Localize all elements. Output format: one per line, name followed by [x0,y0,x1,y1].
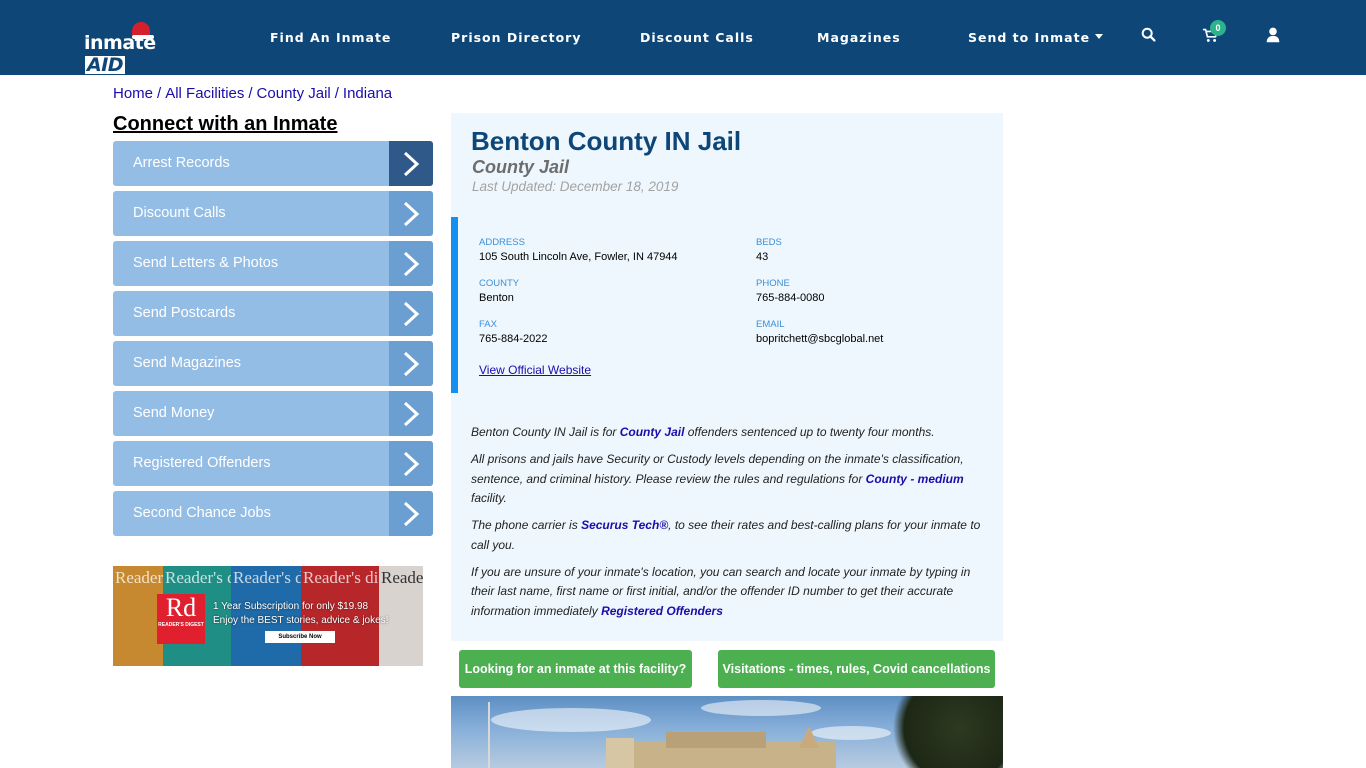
visitations-button[interactable]: Visitations - times, rules, Covid cancel… [718,650,995,688]
facility-type: County Jail [472,157,570,177]
sidebar-item-label: Send Letters & Photos [133,255,279,271]
shopping-cart-icon[interactable]: 0 [1202,20,1226,46]
last-updated: Last Updated: December 18, 2019 [472,179,679,194]
breadcrumb: Home / All Facilities / County Jail / Indiana [113,85,392,102]
readers-digest-ad-banner[interactable]: Reader's digest Reader's digest Reader's… [113,566,423,666]
breadcrumb-all-facilities[interactable]: All Facilities [165,85,244,102]
cart-count-badge: 0 [1210,20,1226,36]
breadcrumb-separator: / [157,85,162,102]
chevron-right-icon [389,391,433,436]
phone-field: PHONE 765-884-0080 [756,278,825,304]
facility-info-box: ADDRESS 105 South Lincoln Ave, Fowler, I… [451,217,1003,393]
address-field: ADDRESS 105 South Lincoln Ave, Fowler, I… [479,237,678,263]
email-field: EMAIL bopritchett@sbcglobal.net [756,319,884,345]
county-jail-link[interactable]: County Jail [620,425,685,439]
official-website-link[interactable]: View Official Website [479,363,591,377]
fax-value: 765-884-2022 [479,333,548,345]
main-nav: Find An Inmate Prison Directory Discount… [0,0,1366,75]
sidebar-title: Connect with an Inmate [113,113,338,135]
photo-antenna [488,702,490,768]
sidebar-item-discount-calls[interactable]: Discount Calls [113,191,433,236]
readers-digest-logo: Rd READER'S DIGEST [157,594,205,644]
nav-send-to-inmate-label: Send to Inmate [968,30,1091,45]
facility-name: Benton County IN Jail [471,126,742,156]
sidebar-item-label: Send Postcards [133,305,236,321]
ad-tagline-text: Enjoy the BEST stories, advice & jokes! [213,615,389,626]
breadcrumb-home[interactable]: Home [113,85,153,102]
photo-building-tower [606,738,634,768]
chevron-right-icon [389,191,433,236]
caret-down-icon [1095,34,1104,39]
securus-tech-link[interactable]: Securus Tech® [581,518,668,532]
description-paragraph: Benton County IN Jail is for County Jail… [471,425,935,439]
beds-value: 43 [756,251,769,263]
sidebar-item-label: Second Chance Jobs [133,505,271,521]
sidebar-item-arrest-records[interactable]: Arrest Records [113,141,433,186]
photo-tree [881,696,1003,768]
facility-description: Benton County IN Jail is for County Jail… [471,423,986,629]
sidebar-menu: Arrest Records Discount Calls Send Lette… [113,141,433,541]
ad-offer-text: 1 Year Subscription for only $19.98 [213,601,369,612]
nav-discount-calls[interactable]: Discount Calls [640,30,754,45]
find-inmate-button[interactable]: Looking for an inmate at this facility? [459,650,692,688]
photo-cloud [811,726,891,740]
breadcrumb-county-jail[interactable]: County Jail [257,85,331,102]
photo-cloud [491,708,651,732]
ad-subscribe-button[interactable]: Subscribe Now [265,631,335,643]
photo-building-spire [799,726,819,748]
breadcrumb-separator: / [334,85,339,102]
search-icon[interactable] [1140,26,1160,46]
sidebar-item-send-letters-photos[interactable]: Send Letters & Photos [113,241,433,286]
email-value: bopritchett@sbcglobal.net [756,333,884,345]
chevron-right-icon [389,341,433,386]
sidebar-item-label: Discount Calls [133,205,226,221]
registered-offenders-link[interactable]: Registered Offenders [601,604,723,618]
sidebar-item-label: Send Money [133,405,215,421]
breadcrumb-indiana[interactable]: Indiana [343,85,392,102]
sidebar-item-label: Registered Offenders [133,455,271,471]
nav-send-to-inmate[interactable]: Send to Inmate [968,30,1104,45]
description-paragraph: If you are unsure of your inmate's locat… [471,564,971,618]
sidebar-item-send-money[interactable]: Send Money [113,391,433,436]
sidebar-item-registered-offenders[interactable]: Registered Offenders [113,441,433,486]
photo-building-roof [666,732,766,748]
sidebar-item-send-magazines[interactable]: Send Magazines [113,341,433,386]
county-field: COUNTY Benton [479,278,520,304]
county-medium-link[interactable]: County - medium [866,472,964,486]
user-icon[interactable] [1264,26,1284,46]
description-paragraph: All prisons and jails have Security or C… [471,452,964,505]
chevron-right-icon [389,491,433,536]
chevron-right-icon [389,241,433,286]
sidebar-item-label: Arrest Records [133,155,230,171]
nav-magazines[interactable]: Magazines [817,30,901,45]
address-value: 105 South Lincoln Ave, Fowler, IN 47944 [479,251,678,263]
facility-card: Benton County IN Jail County Jail Last U… [451,113,1003,641]
nav-prison-directory[interactable]: Prison Directory [451,30,581,45]
phone-value: 765-884-0080 [756,292,825,304]
sidebar-item-label: Send Magazines [133,355,242,371]
nav-find-an-inmate[interactable]: Find An Inmate [270,30,391,45]
fax-field: FAX 765-884-2022 [479,319,548,345]
chevron-right-icon [389,441,433,486]
sidebar-item-send-postcards[interactable]: Send Postcards [113,291,433,336]
chevron-right-icon [389,291,433,336]
description-paragraph: The phone carrier is Securus Tech®, to s… [471,518,981,552]
sidebar-item-second-chance-jobs[interactable]: Second Chance Jobs [113,491,433,536]
top-navbar: inmateAID Find An Inmate Prison Director… [0,0,1366,75]
photo-cloud [701,700,821,716]
beds-field: BEDS 43 [756,237,782,263]
magazine-cover-image: Reader's digest [113,566,218,666]
facility-photo [451,696,1003,768]
county-value: Benton [479,292,514,304]
chevron-right-icon [389,141,433,186]
breadcrumb-separator: / [248,85,253,102]
